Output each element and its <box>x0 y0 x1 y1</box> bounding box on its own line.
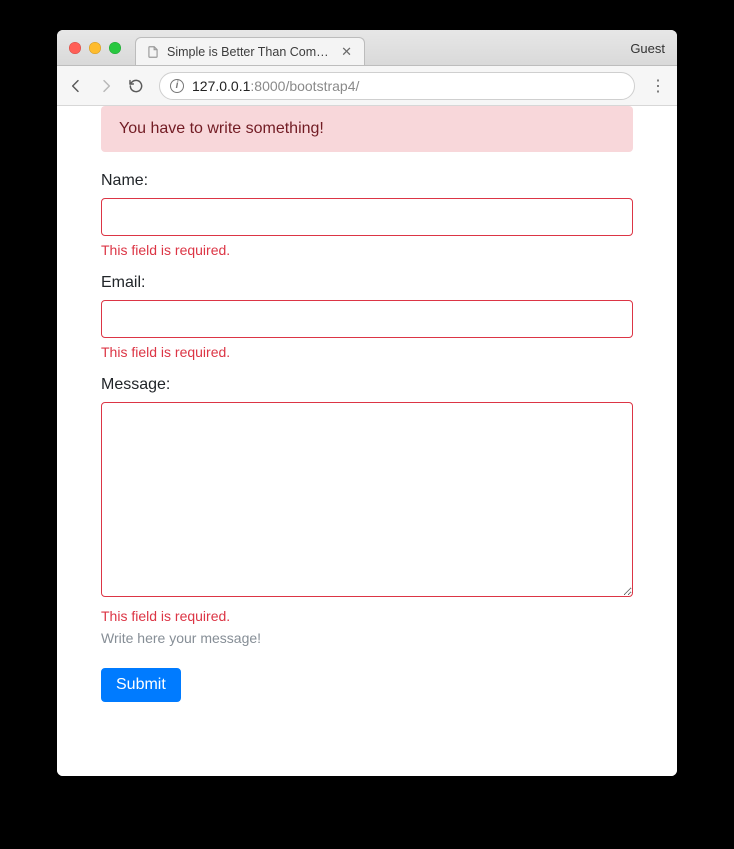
name-error-text: This field is required. <box>101 242 633 258</box>
alert-text: You have to write something! <box>119 120 324 137</box>
browser-tab[interactable]: Simple is Better Than Complex ✕ <box>135 37 365 65</box>
submit-button[interactable]: Submit <box>101 668 181 702</box>
name-input[interactable] <box>101 198 633 236</box>
reload-button[interactable] <box>123 73 149 99</box>
forward-button[interactable] <box>93 73 119 99</box>
window-minimize-button[interactable] <box>89 42 101 54</box>
browser-menu-button[interactable]: ⋮ <box>645 73 671 99</box>
window-close-button[interactable] <box>69 42 81 54</box>
email-field-group: Email: This field is required. <box>101 274 633 360</box>
message-help-text: Write here your message! <box>101 630 633 646</box>
browser-window: Simple is Better Than Complex ✕ Guest i … <box>57 30 677 776</box>
message-field-group: Message: This field is required. Write h… <box>101 376 633 646</box>
email-input[interactable] <box>101 300 633 338</box>
site-info-icon[interactable]: i <box>170 79 184 93</box>
tab-title: Simple is Better Than Complex <box>167 45 332 59</box>
url-host: 127.0.0.1 <box>192 78 250 94</box>
url-path: /bootstrap4/ <box>285 78 359 94</box>
url-port: :8000 <box>250 78 285 94</box>
window-titlebar: Simple is Better Than Complex ✕ Guest <box>57 30 677 66</box>
browser-toolbar: i 127.0.0.1:8000/bootstrap4/ ⋮ <box>57 66 677 106</box>
form-error-alert: You have to write something! <box>101 106 633 152</box>
email-error-text: This field is required. <box>101 344 633 360</box>
back-button[interactable] <box>63 73 89 99</box>
message-textarea[interactable] <box>101 402 633 597</box>
name-field-group: Name: This field is required. <box>101 172 633 258</box>
profile-label[interactable]: Guest <box>630 30 665 66</box>
message-label: Message: <box>101 376 633 394</box>
traffic-lights <box>57 42 121 54</box>
address-bar[interactable]: i 127.0.0.1:8000/bootstrap4/ <box>159 72 635 100</box>
message-error-text: This field is required. <box>101 608 633 624</box>
name-label: Name: <box>101 172 633 190</box>
page-viewport: You have to write something! Name: This … <box>57 106 677 776</box>
email-label: Email: <box>101 274 633 292</box>
tab-close-icon[interactable]: ✕ <box>339 45 354 58</box>
window-fullscreen-button[interactable] <box>109 42 121 54</box>
page-icon <box>146 45 160 59</box>
url-text: 127.0.0.1:8000/bootstrap4/ <box>192 78 359 94</box>
